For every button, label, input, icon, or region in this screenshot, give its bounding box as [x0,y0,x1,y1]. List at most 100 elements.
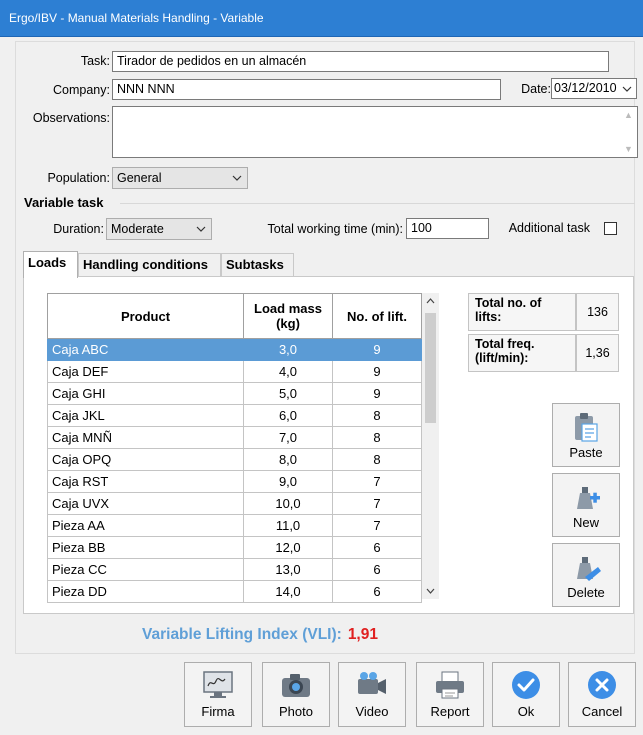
report-button[interactable]: Report [416,662,484,727]
company-label: Company: [53,83,110,97]
cell-product[interactable]: Pieza AA [47,514,244,537]
date-label: Date: [521,82,551,96]
scrollbar-thumb[interactable] [425,313,436,423]
cell-lifts[interactable]: 7 [332,514,422,537]
column-header-lifts[interactable]: No. of lift. [332,293,422,339]
cell-product[interactable]: Caja JKL [47,404,244,427]
date-picker[interactable]: 03/12/2010 [551,78,637,99]
table-row[interactable]: Caja UVX 10,0 7 [47,492,422,515]
cell-load-mass[interactable]: 9,0 [243,470,333,493]
scroll-up-icon[interactable]: ▲ [624,110,633,120]
printer-icon [436,671,464,699]
cell-product[interactable]: Caja ABC [47,338,244,361]
cell-product[interactable]: Caja DEF [47,360,244,383]
new-button[interactable]: New [552,473,620,537]
total-lifts-value: 136 [576,293,619,331]
cell-product[interactable]: Caja MNÑ [47,426,244,449]
cell-load-mass[interactable]: 12,0 [243,536,333,559]
table-row[interactable]: Caja JKL 6,0 8 [47,404,422,427]
scroll-down-icon[interactable]: ▼ [624,144,633,154]
signature-monitor-icon [203,671,233,698]
photo-button[interactable]: Photo [262,662,330,727]
table-row[interactable]: Pieza CC 13,0 6 [47,558,422,581]
cell-product[interactable]: Pieza BB [47,536,244,559]
population-value: General [117,171,162,185]
cell-load-mass[interactable]: 4,0 [243,360,333,383]
cell-lifts[interactable]: 8 [332,426,422,449]
paste-icon [575,413,598,442]
table-row[interactable]: Caja OPQ 8,0 8 [47,448,422,471]
company-input[interactable]: NNN NNN [112,79,501,100]
cell-lifts[interactable]: 6 [332,558,422,581]
cancel-button[interactable]: Cancel [568,662,636,727]
cell-load-mass[interactable]: 8,0 [243,448,333,471]
tab-subtasks[interactable]: Subtasks [221,253,294,277]
observations-textarea[interactable]: ▲ ▼ [112,106,638,158]
cell-product[interactable]: Caja UVX [47,492,244,515]
tab-handling-conditions[interactable]: Handling conditions [78,253,221,277]
ok-button[interactable]: Ok [492,662,560,727]
cell-load-mass[interactable]: 6,0 [243,404,333,427]
duration-value: Moderate [111,222,164,236]
table-row[interactable]: Pieza DD 14,0 6 [47,580,422,603]
delete-button[interactable]: Delete [552,543,620,607]
cell-product[interactable]: Pieza CC [47,558,244,581]
column-header-load-mass[interactable]: Load mass (kg) [243,293,333,339]
table-row[interactable]: Pieza BB 12,0 6 [47,536,422,559]
additional-task-checkbox[interactable] [604,222,617,235]
cell-lifts[interactable]: 7 [332,470,422,493]
chevron-down-icon [196,219,206,232]
total-time-input[interactable]: 100 [406,218,489,239]
cell-load-mass[interactable]: 5,0 [243,382,333,405]
duration-select[interactable]: Moderate [106,218,212,240]
video-camera-icon [358,672,386,694]
cell-lifts[interactable]: 8 [332,448,422,471]
video-button[interactable]: Video [338,662,406,727]
table-row[interactable]: Caja DEF 4,0 9 [47,360,422,383]
paste-button[interactable]: Paste [552,403,620,467]
additional-task-label: Additional task [508,221,590,235]
close-icon [588,671,616,699]
vli-value: 1,91 [347,626,378,643]
tab-loads[interactable]: Loads [23,251,78,278]
cell-product[interactable]: Caja OPQ [47,448,244,471]
cell-load-mass[interactable]: 7,0 [243,426,333,449]
cell-load-mass[interactable]: 10,0 [243,492,333,515]
cell-product[interactable]: Caja GHI [47,382,244,405]
load-mass-header-text: Load mass (kg) [254,301,322,331]
observations-scrollbar[interactable]: ▲ ▼ [620,107,637,157]
photo-button-label: Photo [279,704,313,719]
table-row[interactable]: Pieza AA 11,0 7 [47,514,422,537]
cell-product[interactable]: Pieza DD [47,580,244,603]
cell-lifts[interactable]: 8 [332,404,422,427]
cell-load-mass[interactable]: 13,0 [243,558,333,581]
population-select[interactable]: General [112,167,248,189]
report-button-label: Report [430,704,470,719]
cell-lifts[interactable]: 9 [332,382,422,405]
cell-load-mass[interactable]: 14,0 [243,580,333,603]
chevron-down-icon[interactable] [622,79,632,92]
scroll-up-icon[interactable] [422,293,439,310]
column-header-product[interactable]: Product [47,293,244,339]
firma-button[interactable]: Firma [184,662,252,727]
delete-button-label: Delete [567,585,605,600]
table-row[interactable]: Caja ABC 3,0 9 [47,338,422,361]
cell-lifts[interactable]: 9 [332,360,422,383]
cell-lifts[interactable]: 7 [332,492,422,515]
table-row[interactable]: Caja RST 9,0 7 [47,470,422,493]
table-scrollbar[interactable] [422,293,439,599]
cell-lifts[interactable]: 6 [332,580,422,603]
cell-load-mass[interactable]: 11,0 [243,514,333,537]
cell-load-mass[interactable]: 3,0 [243,338,333,361]
task-input[interactable]: Tirador de pedidos en un almacén [112,51,609,72]
table-row[interactable]: Caja GHI 5,0 9 [47,382,422,405]
cell-lifts[interactable]: 9 [332,338,422,361]
population-label: Population: [47,171,110,185]
table-row[interactable]: Caja MNÑ 7,0 8 [47,426,422,449]
weight-delete-icon [577,557,601,581]
scroll-down-icon[interactable] [422,582,439,599]
cell-lifts[interactable]: 6 [332,536,422,559]
cell-product[interactable]: Caja RST [47,470,244,493]
checkmark-icon [512,671,540,699]
variable-task-title: Variable task [24,195,104,210]
